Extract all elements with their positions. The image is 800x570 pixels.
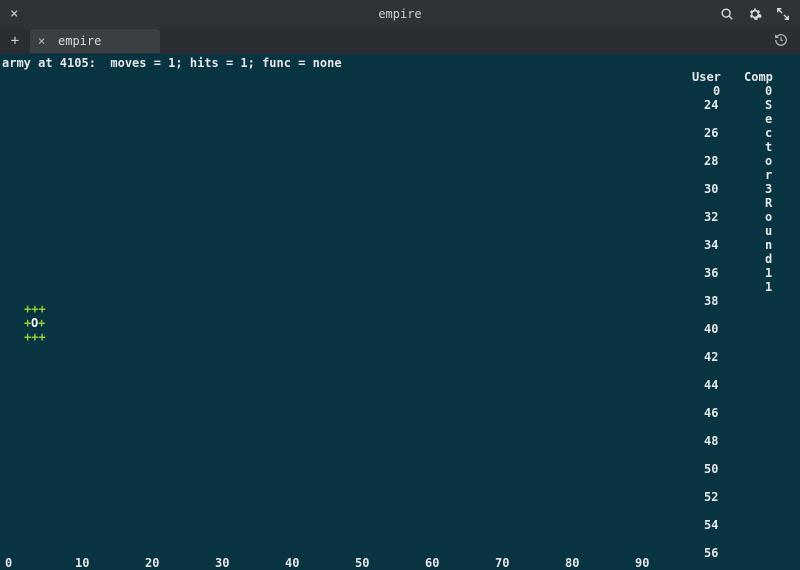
- x-axis-label: 40: [285, 556, 299, 570]
- comp-col-char: e: [765, 112, 772, 126]
- tab-bar: + × empire: [0, 28, 800, 54]
- window-titlebar: × empire: [0, 0, 800, 28]
- map-row-terrain: +++: [24, 302, 46, 316]
- gear-icon[interactable]: [748, 7, 762, 21]
- tab-label: empire: [58, 34, 101, 48]
- row-label: 44: [704, 378, 718, 392]
- status-line: army at 4105: moves = 1; hits = 1; func …: [2, 56, 342, 70]
- x-axis-label: 80: [565, 556, 579, 570]
- row-label: 56: [704, 546, 718, 560]
- comp-col-char: n: [765, 238, 772, 252]
- x-axis-label: 60: [425, 556, 439, 570]
- x-axis-label: 30: [215, 556, 229, 570]
- row-label: 32: [704, 210, 718, 224]
- row-label: 36: [704, 266, 718, 280]
- row-label: 28: [704, 154, 718, 168]
- row-label: 42: [704, 350, 718, 364]
- x-axis-label: 0: [5, 556, 12, 570]
- new-tab-button[interactable]: +: [6, 32, 24, 50]
- header-user: User: [692, 70, 721, 84]
- history-icon[interactable]: [774, 33, 788, 47]
- row-label: 24: [704, 98, 718, 112]
- map-row-terrain: +++: [24, 330, 46, 344]
- row-label: 48: [704, 434, 718, 448]
- comp-col-char: 3: [765, 182, 772, 196]
- comp-col-char: o: [765, 210, 772, 224]
- comp-col-char: S: [765, 98, 772, 112]
- window-close-button[interactable]: ×: [10, 6, 18, 22]
- fullscreen-icon[interactable]: [776, 7, 790, 21]
- x-axis-label: 50: [355, 556, 369, 570]
- game-terminal[interactable]: army at 4105: moves = 1; hits = 1; func …: [0, 54, 800, 570]
- comp-col-char: 1: [765, 266, 772, 280]
- row-label: 30: [704, 182, 718, 196]
- tab-empire[interactable]: × empire: [30, 29, 160, 53]
- row-label: 26: [704, 126, 718, 140]
- comp-col-char: 1: [765, 280, 772, 294]
- row-label: 40: [704, 322, 718, 336]
- comp-col-char: 0: [765, 84, 772, 98]
- row-label: 54: [704, 518, 718, 532]
- row-label: 38: [704, 294, 718, 308]
- comp-col-char: r: [765, 168, 772, 182]
- x-axis-label: 10: [75, 556, 89, 570]
- x-axis-label: 20: [145, 556, 159, 570]
- x-axis-label: 70: [495, 556, 509, 570]
- row-label: 50: [704, 462, 718, 476]
- map-row-terrain: +: [38, 316, 45, 330]
- x-axis-label: 90: [635, 556, 649, 570]
- tab-close-icon[interactable]: ×: [38, 34, 45, 48]
- row-label: 46: [704, 406, 718, 420]
- search-icon[interactable]: [720, 7, 734, 21]
- header-comp: Comp: [744, 70, 773, 84]
- row-label: 52: [704, 490, 718, 504]
- comp-col-char: t: [765, 140, 772, 154]
- comp-col-char: R: [765, 196, 772, 210]
- window-title: empire: [0, 7, 800, 21]
- row-label: 34: [704, 238, 718, 252]
- user-score: 0: [713, 84, 720, 98]
- comp-col-char: u: [765, 224, 772, 238]
- comp-col-char: o: [765, 154, 772, 168]
- comp-col-char: d: [765, 252, 772, 266]
- comp-col-char: c: [765, 126, 772, 140]
